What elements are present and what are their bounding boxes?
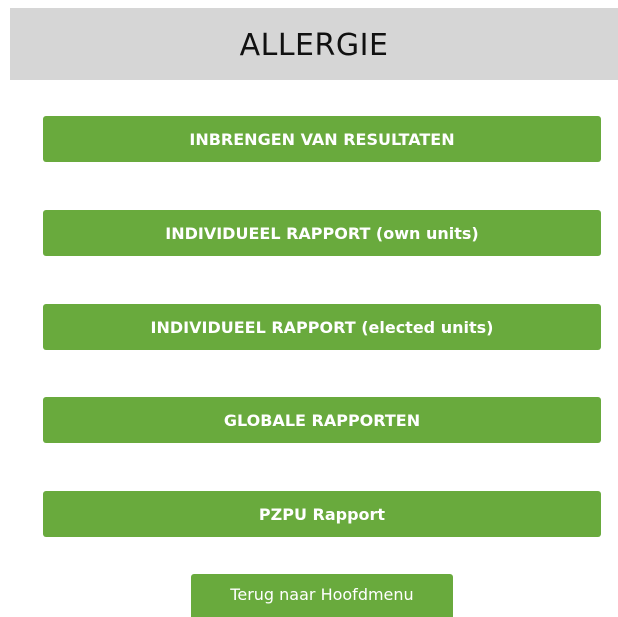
- enter-results-button[interactable]: INBRENGEN VAN RESULTATEN: [43, 116, 601, 162]
- page-title: ALLERGIE: [239, 27, 389, 63]
- individual-report-elected-units-button[interactable]: INDIVIDUEEL RAPPORT (elected units): [43, 304, 601, 350]
- pzpu-report-button[interactable]: PZPU Rapport: [43, 491, 601, 537]
- page: ALLERGIE INBRENGEN VAN RESULTATEN INDIVI…: [0, 0, 618, 617]
- page-header: ALLERGIE: [10, 8, 618, 80]
- individual-report-own-units-button[interactable]: INDIVIDUEEL RAPPORT (own units): [43, 210, 601, 256]
- back-to-main-menu-button[interactable]: Terug naar Hoofdmenu: [191, 574, 453, 617]
- global-reports-button[interactable]: GLOBALE RAPPORTEN: [43, 397, 601, 443]
